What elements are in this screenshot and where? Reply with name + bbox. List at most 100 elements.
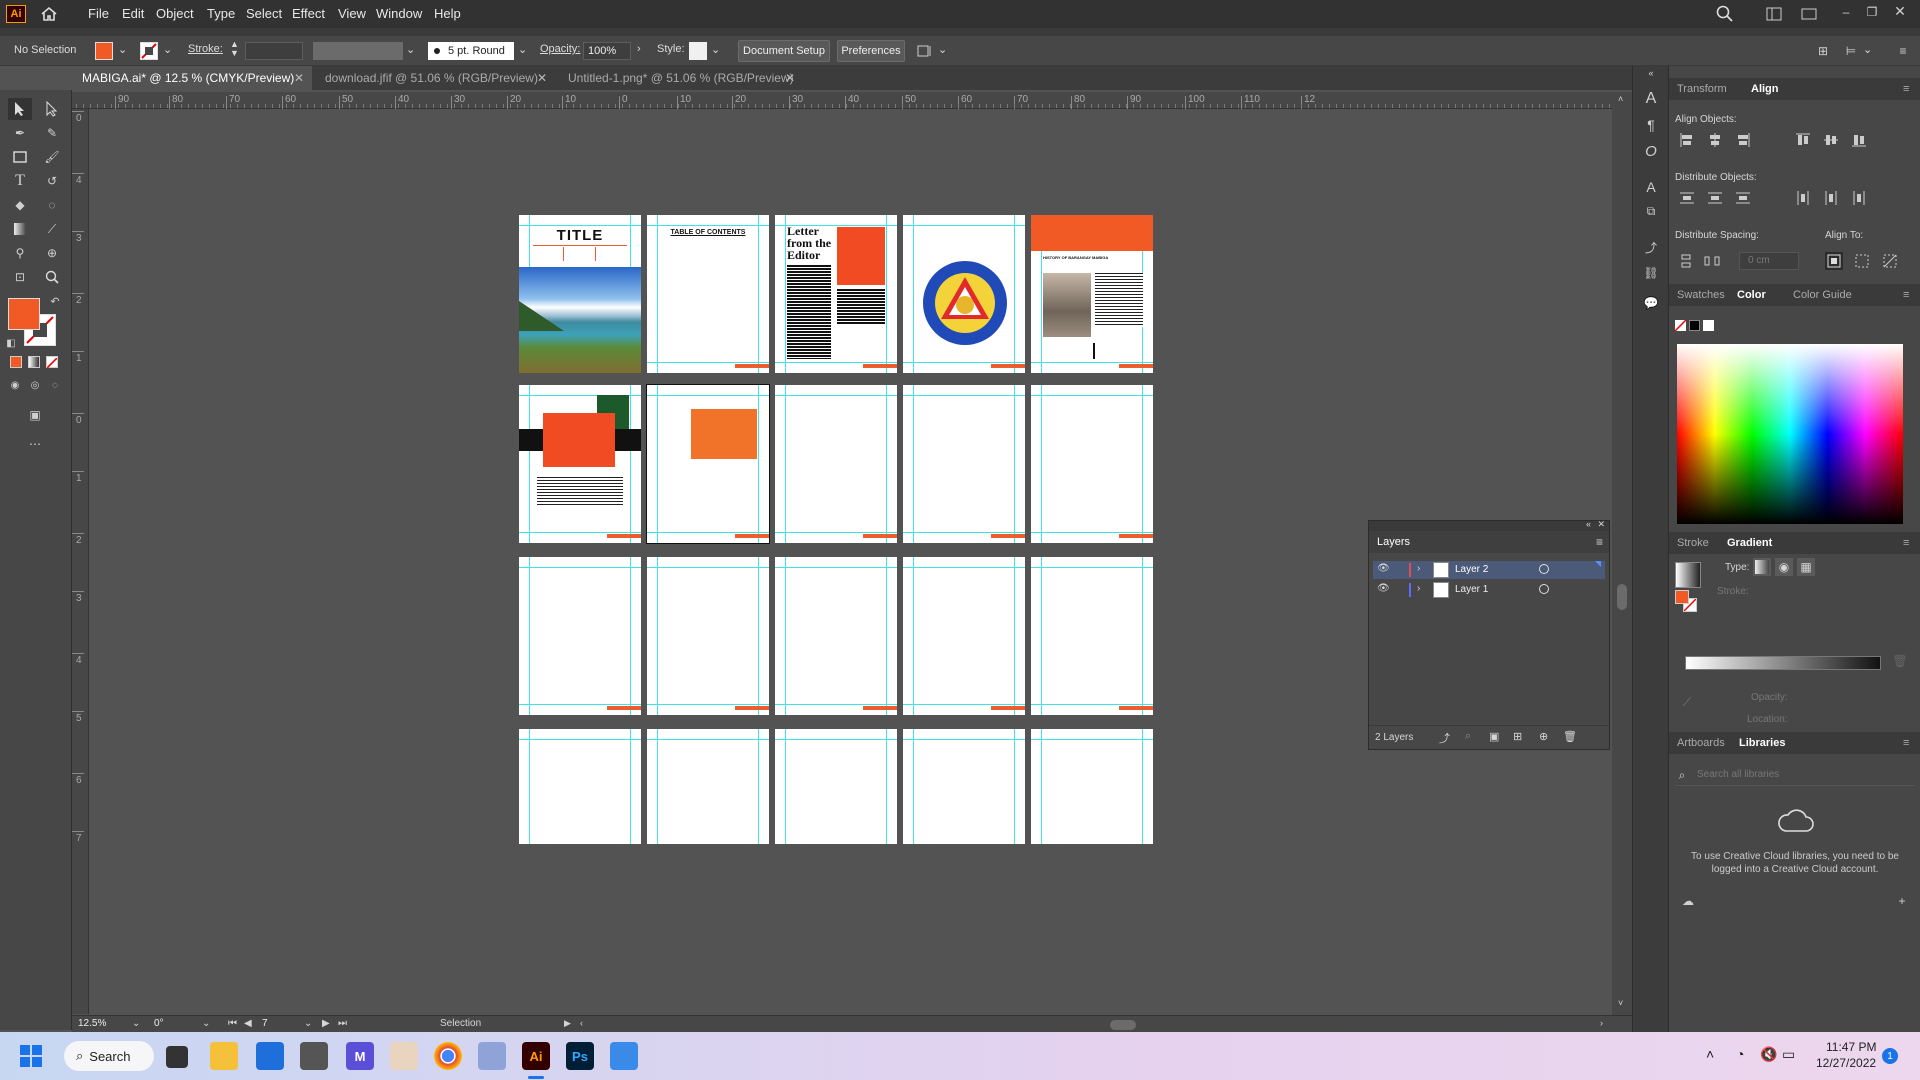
align-vcenter-icon[interactable] bbox=[1821, 130, 1841, 150]
artboard-17[interactable] bbox=[647, 729, 769, 844]
dist-hcenter-icon[interactable] bbox=[1821, 188, 1841, 208]
gradient-ramp[interactable] bbox=[1685, 656, 1881, 670]
clock-date[interactable]: 12/27/2022 bbox=[1816, 1056, 1876, 1070]
artboard-12[interactable] bbox=[647, 557, 769, 715]
menu-object[interactable]: Object bbox=[156, 6, 194, 21]
tab-untitled[interactable]: Untitled-1.png* @ 51.06 % (RGB/Preview) ✕ bbox=[558, 66, 803, 90]
zoom-tool-icon[interactable] bbox=[40, 266, 64, 288]
panel-menu-icon[interactable]: ≡ bbox=[1903, 737, 1909, 749]
rotation-input[interactable]: 0° bbox=[154, 1018, 194, 1029]
align-bottom-icon[interactable] bbox=[1849, 130, 1869, 150]
variable-width-profile[interactable] bbox=[313, 42, 403, 60]
comments-panel-icon[interactable]: 💬 bbox=[1639, 292, 1663, 314]
rotate-tool-icon[interactable]: ↺ bbox=[40, 170, 64, 192]
artboard-2[interactable]: TABLE OF CONTENTS bbox=[647, 215, 769, 373]
type-tool-icon[interactable]: T bbox=[8, 170, 32, 192]
horizontal-scrollbar-thumb[interactable] bbox=[1110, 1020, 1136, 1030]
artboard-dropdown-icon[interactable]: ⌄ bbox=[304, 1018, 312, 1029]
clock-time[interactable]: 11:47 PM bbox=[1826, 1040, 1876, 1054]
wifi-icon[interactable]: ◔ bbox=[1736, 1046, 1744, 1062]
mail-app-icon[interactable]: M bbox=[346, 1042, 374, 1070]
calendar-app-icon[interactable] bbox=[478, 1042, 506, 1070]
vertical-scrollbar-thumb[interactable] bbox=[1617, 584, 1627, 610]
close-tab-icon[interactable]: ✕ bbox=[537, 71, 547, 85]
panel-toggle-icon[interactable]: ⊞ bbox=[1815, 43, 1831, 59]
artboard-tool-icon[interactable]: ⊡ bbox=[8, 266, 32, 288]
opentype-panel-icon[interactable]: O bbox=[1639, 140, 1663, 162]
gradient-mode-button[interactable] bbox=[28, 356, 40, 368]
artboard-1[interactable]: TITLE bbox=[519, 215, 641, 373]
menu-effect[interactable]: Effect bbox=[292, 6, 325, 21]
align-dropdown-icon[interactable]: ⌄ bbox=[1863, 43, 1872, 56]
menu-window[interactable]: Window bbox=[376, 6, 422, 21]
app-3d-icon[interactable] bbox=[300, 1042, 328, 1070]
tab-download[interactable]: download.jfif @ 51.06 % (RGB/Preview) ✕ bbox=[315, 66, 555, 90]
file-explorer-icon[interactable] bbox=[210, 1042, 238, 1070]
windows-start-icon[interactable] bbox=[20, 1045, 42, 1067]
arrange-dropdown-icon[interactable]: ⌄ bbox=[938, 43, 947, 56]
preferences-button[interactable]: Preferences bbox=[837, 40, 905, 62]
export-icon[interactable]: ⤴ bbox=[1639, 236, 1663, 258]
artboard-6[interactable] bbox=[519, 385, 641, 543]
tab-swatches[interactable]: Swatches bbox=[1677, 289, 1725, 301]
chrome-icon[interactable] bbox=[434, 1042, 462, 1070]
workspace-icon[interactable] bbox=[1765, 6, 1783, 22]
brush-dropdown-icon[interactable]: ⌄ bbox=[518, 43, 527, 56]
artboard-16[interactable] bbox=[519, 729, 641, 844]
control-menu-icon[interactable]: ≡ bbox=[1895, 43, 1911, 59]
close-icon[interactable]: ✕ bbox=[1890, 3, 1910, 19]
tab-artboards[interactable]: Artboards bbox=[1677, 737, 1725, 749]
photoshop-taskbar-icon[interactable]: Ps bbox=[566, 1042, 594, 1070]
menu-file[interactable]: File bbox=[88, 6, 109, 21]
fill-dropdown-icon[interactable]: ⌄ bbox=[118, 43, 127, 56]
dist-left-icon[interactable] bbox=[1793, 188, 1813, 208]
more-tools-icon[interactable]: ⋯ bbox=[24, 436, 46, 452]
fill-color-box[interactable] bbox=[8, 298, 40, 330]
scroll-down-icon[interactable]: ˅ bbox=[1618, 998, 1623, 1008]
gradient-fill-swatch[interactable] bbox=[1675, 590, 1689, 604]
dist-vcenter-icon[interactable] bbox=[1705, 188, 1725, 208]
next-artboard-icon[interactable]: ▶ bbox=[322, 1018, 330, 1029]
brush-definition[interactable]: 5 pt. Round bbox=[428, 42, 514, 60]
clipping-mask-icon[interactable]: ▣ bbox=[1489, 730, 1499, 743]
tab-mabiga[interactable]: MABIGA.ai* @ 12.5 % (CMYK/Preview) ✕ bbox=[72, 66, 312, 90]
store-icon[interactable] bbox=[256, 1042, 284, 1070]
close-tab-icon[interactable]: ✕ bbox=[294, 71, 304, 85]
visibility-eye-icon[interactable]: 👁 bbox=[1377, 563, 1390, 574]
artboard-19[interactable] bbox=[903, 729, 1025, 844]
rectangle-tool-icon[interactable] bbox=[8, 146, 32, 168]
artboard-5[interactable]: HISTORY OF BARANGAY MABIGA bbox=[1031, 215, 1153, 373]
eraser-tool-icon[interactable]: ◆ bbox=[8, 194, 32, 216]
artboard-9[interactable] bbox=[903, 385, 1025, 543]
gradient-preview[interactable] bbox=[1675, 562, 1701, 588]
artboard-14[interactable] bbox=[903, 557, 1025, 715]
layer-name[interactable]: Layer 1 bbox=[1455, 584, 1488, 595]
scroll-up-icon[interactable]: ˄ bbox=[1618, 94, 1623, 104]
align-to-artboard-icon[interactable] bbox=[1825, 252, 1843, 270]
artboard-11[interactable] bbox=[519, 557, 641, 715]
artboard-4[interactable] bbox=[903, 215, 1025, 373]
color-mode-button[interactable] bbox=[10, 356, 22, 368]
eyedropper-tool-icon[interactable]: ⟋ bbox=[40, 218, 64, 240]
opacity-arrow-icon[interactable]: › bbox=[637, 43, 641, 55]
tab-align[interactable]: Align bbox=[1741, 83, 1779, 95]
artboard-13[interactable] bbox=[775, 557, 897, 715]
export-layer-icon[interactable]: ⤴ bbox=[1439, 730, 1450, 746]
shape-builder-tool-icon[interactable]: ⊕ bbox=[40, 242, 64, 264]
menu-select[interactable]: Select bbox=[246, 6, 282, 21]
vertical-scrollbar[interactable]: ˄ ˅ bbox=[1612, 92, 1632, 1015]
delete-layer-icon[interactable]: 🗑 bbox=[1563, 730, 1577, 743]
stroke-weight-stepper[interactable]: ▲ ▼ bbox=[230, 40, 239, 58]
character-panel-icon[interactable]: A bbox=[1639, 88, 1663, 110]
sync-cloud-icon[interactable]: ☁ bbox=[1679, 894, 1697, 908]
volume-icon[interactable]: 🔇 bbox=[1760, 1046, 1777, 1063]
align-to-key-object-icon[interactable] bbox=[1881, 252, 1899, 270]
fill-swatch[interactable] bbox=[95, 42, 113, 60]
swap-colors-icon[interactable]: ↶ bbox=[48, 294, 62, 308]
tab-color[interactable]: Color bbox=[1729, 289, 1766, 301]
panel-menu-icon[interactable]: ≡ bbox=[1596, 535, 1603, 549]
new-sublayer-icon[interactable]: ⊞ bbox=[1513, 730, 1522, 743]
gradient-tool-icon[interactable] bbox=[8, 218, 32, 240]
freeform-gradient-icon[interactable]: ▦ bbox=[1797, 558, 1815, 576]
panel-menu-icon[interactable]: ≡ bbox=[1903, 537, 1909, 549]
